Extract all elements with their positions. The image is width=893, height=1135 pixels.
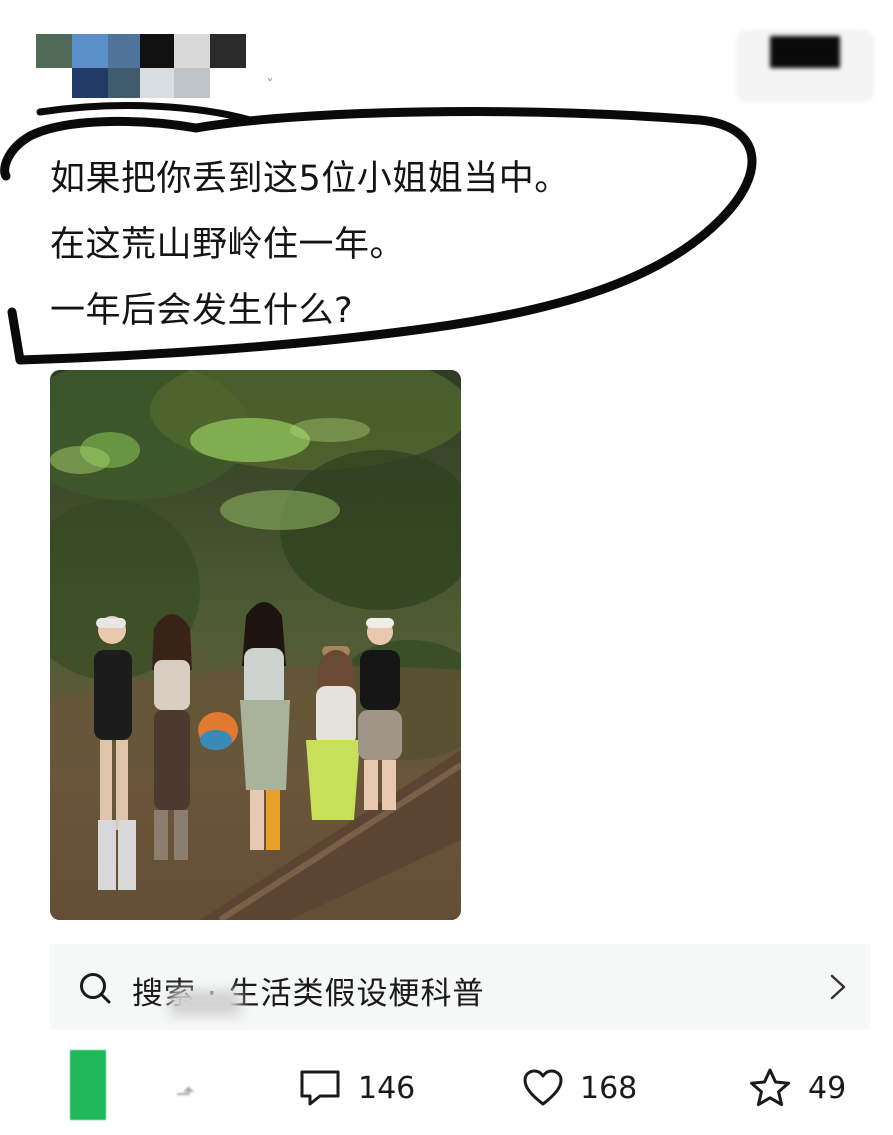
blurred-user-info bbox=[36, 34, 246, 98]
search-icon bbox=[80, 973, 111, 1004]
chevron-right-icon bbox=[830, 974, 846, 1000]
forest-photo-illustration bbox=[50, 370, 461, 920]
comment-count: 146 bbox=[358, 1070, 416, 1106]
header-separator-icon: ˇ bbox=[266, 76, 274, 95]
share-wechat-icon[interactable] bbox=[70, 1050, 106, 1120]
post-line-1: 如果把你丢到这5位小姐姐当中。 bbox=[50, 159, 570, 199]
post-image[interactable] bbox=[50, 370, 461, 920]
favorite-count: 49 bbox=[808, 1070, 847, 1106]
post-text: 如果把你丢到这5位小姐姐当中。 在这荒山野岭住一年。 一年后会发生什么? bbox=[50, 146, 570, 344]
heart-icon bbox=[523, 1069, 563, 1106]
star-icon bbox=[750, 1068, 790, 1107]
blur-overlay bbox=[170, 990, 240, 1016]
comment-button[interactable]: 146 bbox=[298, 1068, 415, 1108]
post-line-3: 一年后会发生什么? bbox=[50, 291, 354, 331]
post-line-2: 在这荒山野岭住一年。 bbox=[50, 225, 406, 265]
search-suggestion-bar[interactable]: 搜索 · 生活类假设梗科普 bbox=[50, 944, 870, 1030]
share-icon[interactable]: ⬏ bbox=[176, 1082, 194, 1107]
like-count: 168 bbox=[580, 1070, 638, 1106]
comment-icon bbox=[300, 1070, 340, 1106]
post-action-bar: ⬏ 146 168 49 bbox=[0, 1040, 893, 1135]
follow-button-blurred[interactable] bbox=[736, 30, 874, 102]
favorite-button[interactable]: 49 bbox=[748, 1068, 846, 1108]
like-button[interactable]: 168 bbox=[522, 1068, 637, 1108]
